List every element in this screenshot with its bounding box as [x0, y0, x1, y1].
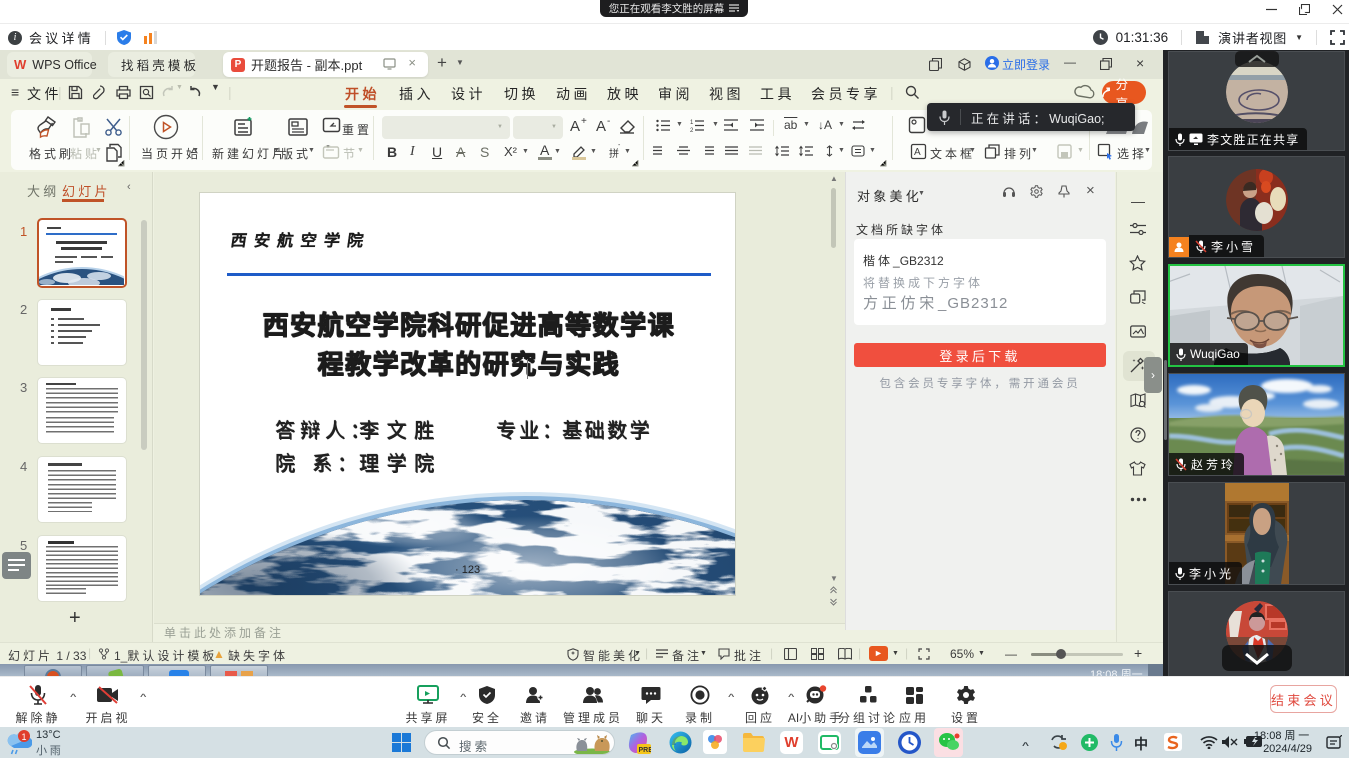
svg-text:2: 2	[690, 128, 694, 132]
svg-text:A: A	[914, 147, 921, 158]
svg-text:· 123: · 123	[455, 564, 480, 576]
svg-text:1: 1	[22, 732, 27, 742]
svg-text:PRE: PRE	[639, 747, 652, 754]
svg-text:1: 1	[690, 120, 694, 126]
